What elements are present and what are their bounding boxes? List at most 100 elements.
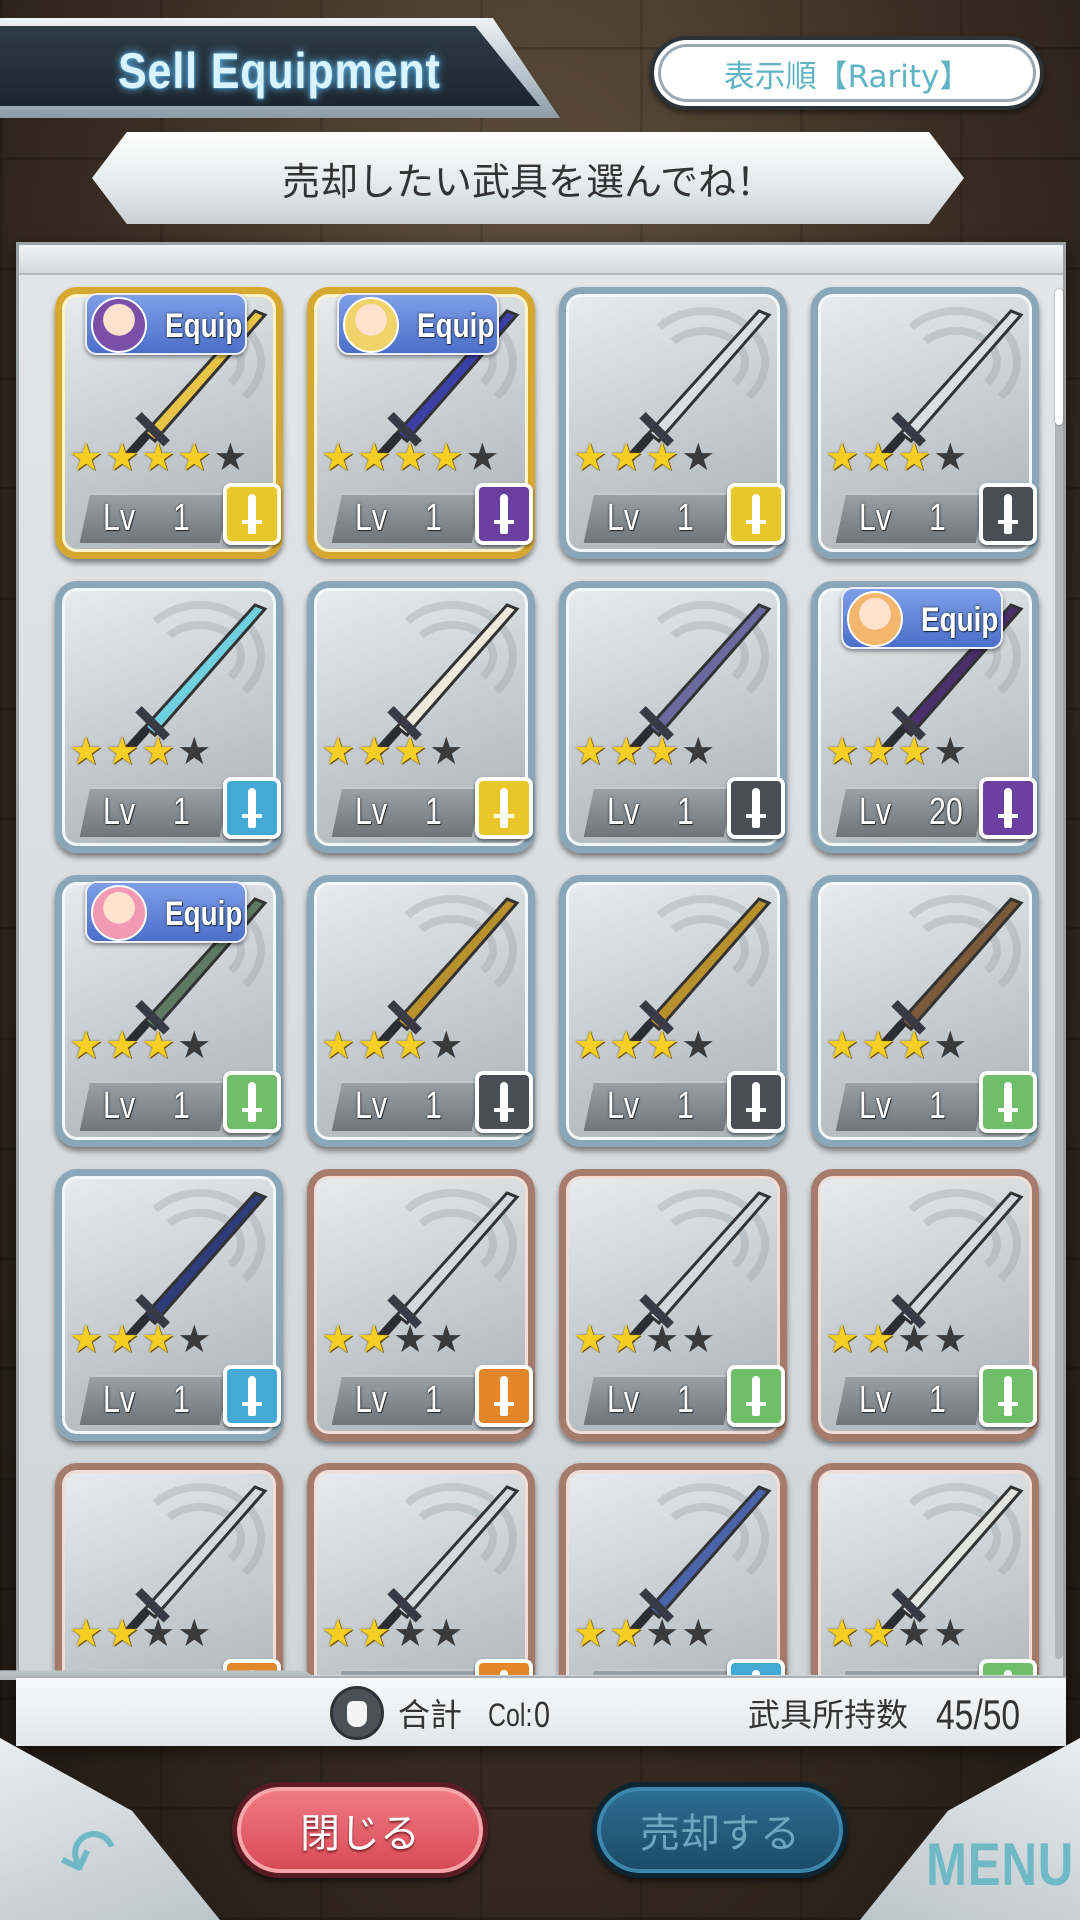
level-label: Lv [859, 791, 892, 833]
level-value: 1 [677, 791, 694, 833]
equipment-card[interactable]: ★★★★Lv1 [559, 1169, 787, 1441]
equipment-card[interactable]: ★★★★Lv1 [811, 875, 1039, 1147]
star-empty-icon: ★ [681, 435, 716, 479]
equip-tag: Equip [85, 293, 247, 355]
weapon-type-icon [746, 494, 766, 534]
equipment-card[interactable]: ★★★★Lv1 [307, 875, 535, 1147]
star-empty-icon: ★ [681, 729, 716, 773]
equipment-card[interactable]: ★★★★Lv1 [811, 1463, 1039, 1675]
rarity-stars: ★ ★ ★ ★ [573, 437, 715, 477]
weapon-type-icon [1004, 1670, 1012, 1675]
rarity-stars: ★ ★ ★ ★ [69, 1025, 211, 1065]
equipment-card[interactable]: ★★★★Lv1 [55, 1169, 283, 1441]
star-filled-icon: ★ [609, 1611, 644, 1655]
equipment-card[interactable]: ★★★★Lv1 [559, 875, 787, 1147]
star-filled-icon: ★ [897, 435, 932, 479]
scrollbar-thumb[interactable] [1055, 289, 1063, 425]
star-filled-icon: ★ [861, 1023, 896, 1067]
star-filled-icon: ★ [357, 1611, 392, 1655]
star-empty-icon: ★ [681, 1023, 716, 1067]
level-value: 1 [929, 497, 946, 539]
col-value: 0 [534, 1694, 551, 1735]
level-value: 1 [425, 497, 442, 539]
star-filled-icon: ★ [573, 1023, 608, 1067]
weapon-type-icon [998, 1082, 1018, 1122]
star-filled-icon: ★ [573, 1611, 608, 1655]
level-label: Lv [859, 1085, 892, 1127]
weapon-type-icon [242, 1376, 262, 1416]
star-empty-icon: ★ [933, 1023, 968, 1067]
rarity-stars: ★ ★ ★ ★ [573, 1613, 715, 1653]
sell-button[interactable]: 売却する [592, 1782, 848, 1878]
equipment-card[interactable]: ★★★★Lv1 [811, 1169, 1039, 1441]
star-empty-icon: ★ [177, 1023, 212, 1067]
equipment-card[interactable]: ★★★★Lv1 [307, 1463, 535, 1675]
equipment-card[interactable]: ★★★★Lv1 [559, 581, 787, 853]
equipment-card[interactable]: ★★★★Lv1 [55, 581, 283, 853]
equipment-card[interactable]: ★★★★Lv1 [559, 287, 787, 559]
level-value: 1 [173, 497, 190, 539]
weapon-type-badge [979, 1659, 1037, 1675]
weapon-type-badge [223, 777, 281, 839]
rarity-stars: ★ ★ ★ ★ [321, 1613, 463, 1653]
equipment-card[interactable]: ★ ★ ★ ★ Lv 1 Equip [55, 875, 283, 1147]
col-label: Col: [488, 1697, 533, 1733]
star-empty-icon: ★ [177, 1317, 212, 1361]
equipment-card[interactable]: ★ ★ ★ ★ ★ Lv 1 Equip [55, 287, 283, 559]
star-empty-icon: ★ [645, 1611, 680, 1655]
weapon-type-badge [727, 1071, 785, 1133]
scrollbar[interactable] [1055, 289, 1063, 1659]
rarity-stars: ★ ★ ★ ★ [573, 1319, 715, 1359]
star-empty-icon: ★ [933, 1611, 968, 1655]
equipment-card[interactable]: ★★★★Lv1 [55, 1463, 283, 1675]
equipment-panel: ★ ★ ★ ★ ★ Lv 1 Equip ★ ★ ★ ★ ★ Lv 1 Equip ★ ★ ★ ★ Lv 1 ★ ★ ★ ★ Lv 1… [16, 242, 1066, 1744]
star-filled-icon: ★ [645, 435, 680, 479]
level-label: Lv [607, 791, 640, 833]
star-filled-icon: ★ [321, 729, 356, 773]
star-filled-icon: ★ [861, 729, 896, 773]
star-filled-icon: ★ [105, 435, 140, 479]
rarity-stars: ★ ★ ★ ★ [573, 731, 715, 771]
weapon-type-icon [242, 1082, 262, 1122]
star-empty-icon: ★ [141, 1611, 176, 1655]
character-avatar [343, 297, 399, 353]
star-empty-icon: ★ [177, 1611, 212, 1655]
star-filled-icon: ★ [321, 1023, 356, 1067]
equipment-card[interactable]: ★ ★ ★ ★ ★ Lv 1 Equip [307, 287, 535, 559]
star-empty-icon: ★ [681, 1317, 716, 1361]
equipment-card[interactable]: ★ ★ ★ ★ Lv 20 Equip [811, 581, 1039, 853]
star-empty-icon: ★ [213, 435, 248, 479]
star-filled-icon: ★ [69, 1317, 104, 1361]
star-filled-icon: ★ [609, 729, 644, 773]
level-label: Lv [607, 1669, 639, 1675]
equipment-card[interactable]: ★★★★Lv1 [307, 1169, 535, 1441]
rarity-stars: ★ ★ ★ ★ [69, 1613, 211, 1653]
star-filled-icon: ★ [573, 435, 608, 479]
character-avatar [91, 297, 147, 353]
level-label: Lv [607, 497, 640, 539]
star-empty-icon: ★ [177, 729, 212, 773]
equipment-card[interactable]: ★★★★Lv1 [811, 287, 1039, 559]
star-empty-icon: ★ [393, 1611, 428, 1655]
sort-order-button[interactable]: 表示順【Rarity】 [650, 36, 1044, 110]
weapon-type-badge [979, 777, 1037, 839]
equipment-grid[interactable]: ★ ★ ★ ★ ★ Lv 1 Equip ★ ★ ★ ★ ★ Lv 1 Equip ★ ★ ★ ★ Lv 1 ★ ★ ★ ★ Lv 1… [35, 275, 1069, 1675]
level-label: Lv [355, 1669, 387, 1675]
star-filled-icon: ★ [69, 435, 104, 479]
weapon-type-badge [475, 1071, 533, 1133]
level-label: Lv [103, 791, 136, 833]
level-value: 1 [677, 1379, 694, 1421]
close-button[interactable]: 閉じる [232, 1782, 488, 1878]
equipment-card[interactable]: ★★★★Lv1 [307, 581, 535, 853]
star-empty-icon: ★ [429, 1317, 464, 1361]
star-empty-icon: ★ [933, 729, 968, 773]
star-filled-icon: ★ [69, 1023, 104, 1067]
level-label: Lv [859, 1669, 891, 1675]
total-label: 合計 [398, 1696, 463, 1734]
star-filled-icon: ★ [105, 1023, 140, 1067]
weapon-type-badge [475, 1365, 533, 1427]
level-value: 1 [425, 1379, 442, 1421]
character-avatar [847, 591, 903, 647]
menu-button[interactable]: MENU [926, 1830, 1074, 1900]
equipment-card[interactable]: ★★★★Lv1 [559, 1463, 787, 1675]
